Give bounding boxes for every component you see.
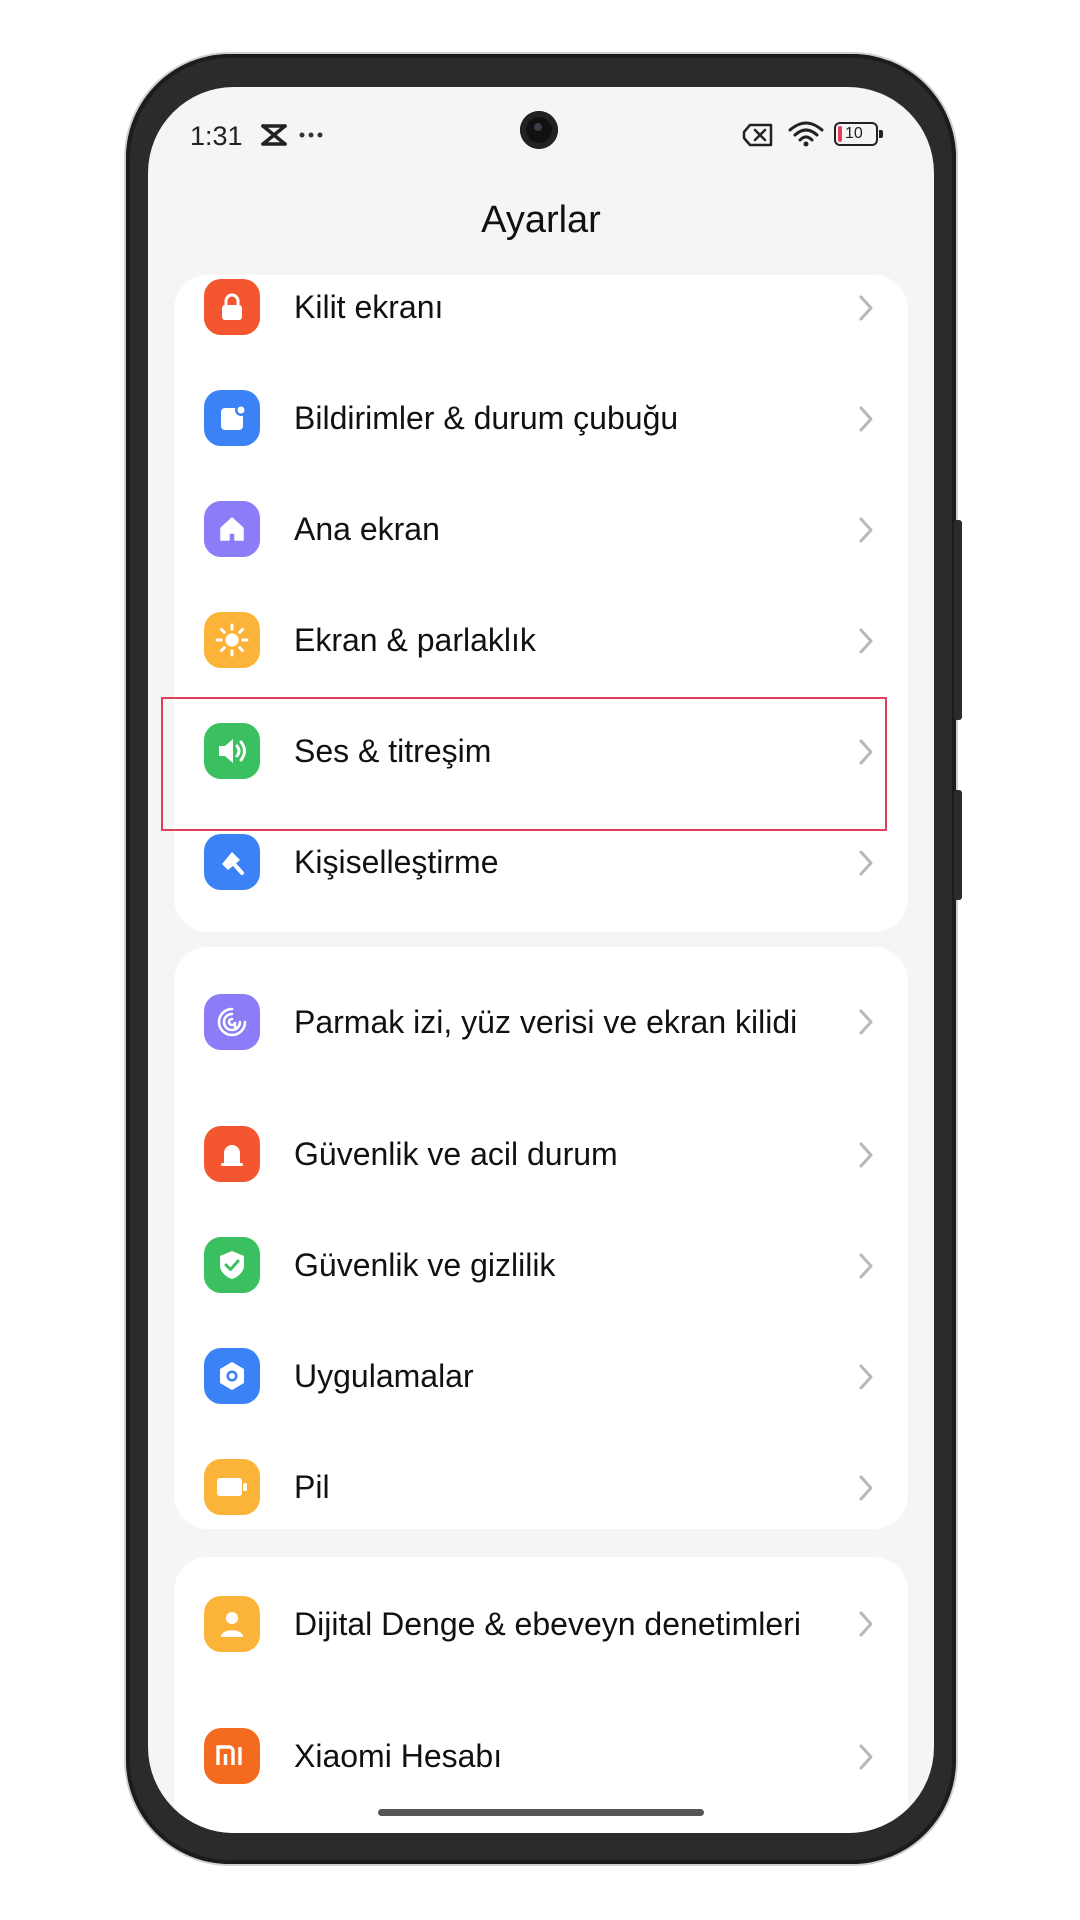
settings-item-apps[interactable]: Uygulamalar: [174, 1321, 908, 1431]
settings-item-xiaomi-account[interactable]: Xiaomi Hesabı: [174, 1701, 908, 1811]
chevron-right-icon: [859, 1142, 873, 1168]
status-time: 1:31: [190, 121, 243, 151]
settings-item-lock-screen[interactable]: Kilit ekranı: [174, 252, 908, 362]
notification-icon: [204, 390, 260, 446]
fingerprint-icon: [204, 994, 260, 1050]
settings-item-label: Güvenlik ve acil durum: [294, 1135, 618, 1172]
chevron-right-icon: [859, 1009, 873, 1035]
chevron-right-icon: [859, 1744, 873, 1770]
settings-item-label: Ses & titreşim: [294, 732, 492, 769]
chevron-right-icon: [859, 517, 873, 543]
battery-icon: [204, 1459, 260, 1515]
speaker-icon: [204, 723, 260, 779]
battery-level: 10: [845, 125, 863, 142]
settings-item-label: Kişiselleştirme: [294, 843, 499, 880]
settings-item-notifications[interactable]: Bildirimler & durum çubuğu: [174, 363, 908, 473]
settings-item-label: Kilit ekranı: [294, 288, 444, 325]
settings-item-label: Parmak izi, yüz verisi ve ekran kilidi: [294, 1003, 798, 1040]
front-camera: [520, 111, 558, 149]
brush-icon: [204, 834, 260, 890]
chevron-right-icon: [859, 1475, 873, 1501]
side-button: [954, 520, 962, 720]
sim-off-icon: [742, 123, 773, 147]
settings-item-battery[interactable]: Pil: [174, 1432, 908, 1542]
chevron-right-icon: [859, 628, 873, 654]
settings-item-digital-wellbeing[interactable]: Dijital Denge & ebeveyn denetimleri: [174, 1559, 908, 1689]
chevron-right-icon: [859, 295, 873, 321]
settings-item-label: Güvenlik ve gizlilik: [294, 1246, 556, 1283]
settings-item-security-privacy[interactable]: Güvenlik ve gizlilik: [174, 1210, 908, 1320]
settings-item-label: Ekran & parlaklık: [294, 621, 536, 658]
battery-indicator: 10: [834, 122, 883, 146]
shield-icon: [204, 1237, 260, 1293]
settings-group: Parmak izi, yüz verisi ve ekran kilidi G…: [174, 947, 908, 1529]
settings-item-label: Pil: [294, 1468, 330, 1505]
chevron-right-icon: [859, 1364, 873, 1390]
lock-icon: [204, 279, 260, 335]
sun-icon: [204, 612, 260, 668]
settings-item-label: Ana ekran: [294, 510, 440, 547]
chevron-right-icon: [859, 739, 873, 765]
chevron-right-icon: [859, 1253, 873, 1279]
more-notifications-icon: [299, 132, 323, 138]
screen: 1:31 10 Ayarlar Kilit ekranı Bildirimler…: [148, 87, 934, 1833]
settings-item-display[interactable]: Ekran & parlaklık: [174, 585, 908, 695]
settings-item-home-screen[interactable]: Ana ekran: [174, 474, 908, 584]
settings-item-label: Xiaomi Hesabı: [294, 1737, 503, 1774]
home-icon: [204, 501, 260, 557]
alert-icon: [204, 1126, 260, 1182]
side-button: [954, 790, 962, 900]
chevron-right-icon: [859, 406, 873, 432]
home-indicator[interactable]: [378, 1809, 704, 1816]
page-title: Ayarlar: [481, 199, 601, 241]
settings-item-label: Bildirimler & durum çubuğu: [294, 399, 679, 436]
wifi-icon: [788, 121, 824, 147]
settings-group: Kilit ekranı Bildirimler & durum çubuğu …: [174, 275, 908, 932]
mi-icon: [204, 1728, 260, 1784]
settings-group: Dijital Denge & ebeveyn denetimleri Xiao…: [174, 1557, 908, 1833]
settings-item-personalization[interactable]: Kişiselleştirme: [174, 807, 908, 917]
notification-app-icon: [261, 124, 287, 146]
wellbeing-icon: [204, 1596, 260, 1652]
settings-item-label: Dijital Denge & ebeveyn denetimleri: [294, 1605, 801, 1642]
settings-item-sound[interactable]: Ses & titreşim: [174, 696, 908, 806]
settings-item-label: Uygulamalar: [294, 1357, 474, 1394]
chevron-right-icon: [859, 1611, 873, 1637]
settings-item-emergency[interactable]: Güvenlik ve acil durum: [174, 1099, 908, 1209]
settings-item-biometrics[interactable]: Parmak izi, yüz verisi ve ekran kilidi: [174, 957, 908, 1087]
apps-icon: [204, 1348, 260, 1404]
chevron-right-icon: [859, 850, 873, 876]
